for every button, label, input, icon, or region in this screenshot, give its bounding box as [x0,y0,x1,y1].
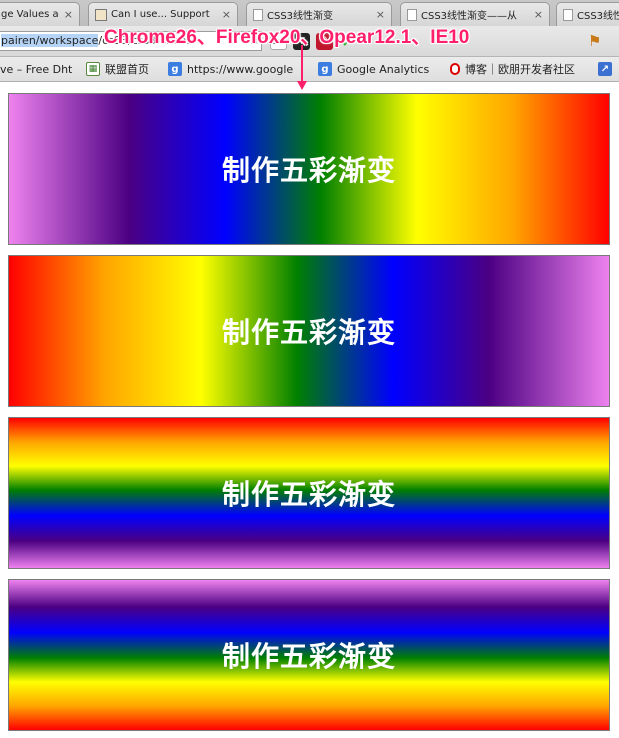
bookmarks-bar: ve – Free Dht ▦ 联盟首页 g https://www.googl… [0,57,619,82]
tab-label: ge Values a [1,9,59,20]
bookmark-item[interactable]: ve – Free Dht [0,61,72,77]
annotation-arrow [301,45,303,83]
demo-text: 制作五彩渐变 [221,640,396,673]
address-selected-text: pairen/workspace [1,34,99,47]
browser-support-annotation: Chrome26、Firefox20、Opear12.1、IE10 [104,27,470,48]
tab-label: Can I use... Support [111,9,210,20]
gradient-demo-right-to-left: 制作五彩渐变 [8,255,610,407]
document-icon [253,8,263,21]
close-icon[interactable]: × [534,8,543,21]
bookmark-label: Google Analytics [337,62,430,76]
gradient-demo-left-to-right: 制作五彩渐变 [8,93,610,245]
grid-icon: ▦ [86,62,100,76]
document-icon [407,8,417,21]
bookmark-label: 博客｜欧朋开发者社区 [465,63,575,76]
tab-1[interactable]: ge Values a × [0,2,80,26]
arrow-down-icon [297,81,307,90]
google-icon: g [168,62,182,76]
google-icon: g [318,62,332,76]
tab-label: CSS3线性渐变 [267,11,334,22]
close-icon[interactable]: × [376,8,385,21]
tab-label: CSS3线性渐变——从 [421,11,518,22]
close-icon[interactable]: × [64,8,73,21]
bookmark-item[interactable]: g Google Analytics [318,61,429,77]
bookmark-item[interactable]: ↗ [598,61,612,77]
bookmark-label: https://www.google [187,62,294,76]
flag-icon[interactable]: ⚑ [588,32,601,50]
bookmark-item[interactable]: 博客｜欧朋开发者社区 [450,61,575,77]
bookmark-item[interactable]: g https://www.google [168,61,293,77]
tab-label: CSS3线性 [577,11,619,22]
demo-text: 制作五彩渐变 [221,478,396,511]
document-icon [563,8,573,21]
close-icon[interactable]: × [222,8,231,21]
gradient-demo-bottom-to-top: 制作五彩渐变 [8,417,610,569]
tab-5[interactable]: CSS3线性 [556,2,619,26]
bookmark-label: 联盟首页 [105,63,149,76]
chart-icon: ↗ [598,62,612,76]
bookmark-item[interactable]: ▦ 联盟首页 [86,61,149,77]
opera-icon [450,63,460,75]
demo-text: 制作五彩渐变 [221,154,396,187]
gradient-demo-top-to-bottom: 制作五彩渐变 [8,579,610,731]
bookmark-label: ve – Free Dht [0,62,73,76]
demo-text: 制作五彩渐变 [221,316,396,349]
favicon-icon [95,8,107,21]
browser-window: ge Values a × Can I use... Support × CSS… [0,0,619,738]
